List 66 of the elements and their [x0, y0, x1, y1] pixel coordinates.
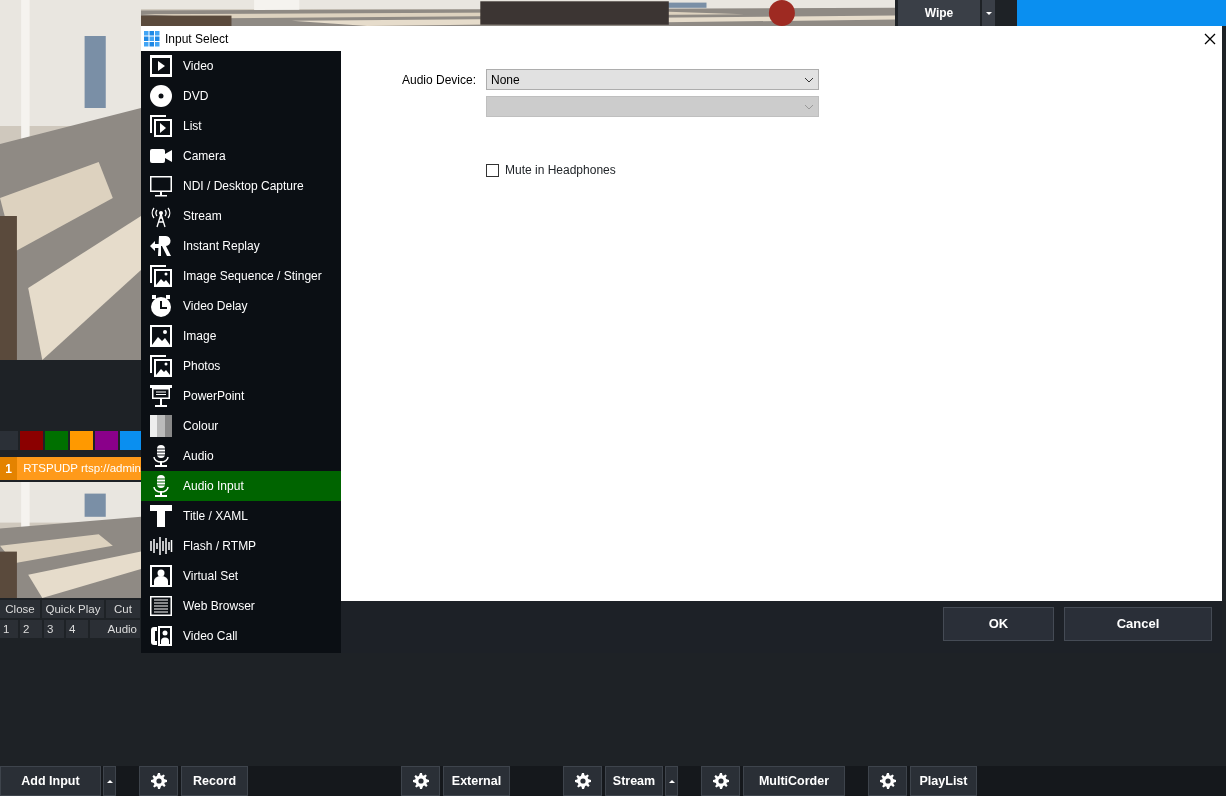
toolbar-button[interactable]: Stream [605, 766, 663, 796]
checkbox[interactable] [486, 163, 499, 177]
shortcut-button[interactable]: 3 [44, 620, 64, 638]
gear-icon [150, 773, 167, 789]
replay-icon [149, 234, 173, 258]
film-icon [149, 54, 173, 78]
chevron-icon [804, 76, 814, 83]
app-icon [144, 30, 160, 47]
dialog-button[interactable]: OK [943, 607, 1054, 641]
close-button[interactable] [1204, 32, 1216, 45]
shortcut-button[interactable]: Audio [90, 620, 140, 638]
monitor-icon [149, 174, 173, 198]
input-button[interactable]: Cut [106, 600, 140, 618]
toolbar-button[interactable]: External [443, 766, 510, 796]
input-title: RTSPUDP rtsp://admin [22, 460, 141, 476]
color-swatch[interactable] [95, 431, 118, 450]
dropdown-button[interactable] [982, 0, 995, 26]
waveform-icon [149, 534, 173, 558]
bars-icon [149, 414, 173, 438]
projector-icon [149, 384, 173, 408]
checkbox-label: Mute in Headphones [505, 162, 616, 179]
chevron-icon [804, 103, 814, 110]
settings-button[interactable] [139, 766, 178, 796]
caret-icon [106, 779, 113, 783]
gear-icon [712, 773, 729, 789]
audio-device-dropdown[interactable]: None [486, 69, 819, 90]
dialog-button[interactable]: Cancel [1064, 607, 1212, 641]
disc-icon [149, 84, 173, 108]
stacked-play-icon [149, 114, 173, 138]
transition-button[interactable]: Wipe [898, 0, 980, 26]
dropdown-button[interactable] [103, 766, 116, 796]
color-swatch[interactable] [70, 431, 93, 450]
person-icon [149, 564, 173, 588]
color-swatch[interactable] [20, 431, 43, 450]
shortcut-button[interactable]: 1 [0, 620, 18, 638]
timer-icon [149, 294, 173, 318]
field-label: Audio Device: [400, 71, 476, 89]
dropdown-button[interactable] [665, 766, 678, 796]
settings-button[interactable] [563, 766, 602, 796]
toolbar-button[interactable]: MultiCorder [743, 766, 845, 796]
toolbar-button[interactable]: PlayList [910, 766, 977, 796]
caret-icon [985, 11, 992, 15]
shortcut-button[interactable]: 2 [20, 620, 42, 638]
window-title: Input Select [165, 30, 229, 48]
gear-icon [412, 773, 429, 789]
shortcut-button[interactable]: 4 [66, 620, 88, 638]
settings-button[interactable] [868, 766, 907, 796]
input-number: 1 [0, 457, 18, 480]
input-type-item[interactable]: Audio Input [141, 471, 341, 501]
color-swatch[interactable] [120, 431, 141, 450]
phone-person-icon [149, 624, 173, 648]
t-icon [149, 504, 173, 528]
color-swatch[interactable] [45, 431, 68, 450]
input-button[interactable]: Close [0, 600, 40, 618]
image-icon [149, 324, 173, 348]
image-stack-icon [149, 264, 173, 288]
image-stack-icon [149, 354, 173, 378]
gear-icon [574, 773, 591, 789]
caret-icon [668, 779, 675, 783]
gear-icon [879, 773, 896, 789]
input-button[interactable]: Quick Play [42, 600, 104, 618]
text-lines-icon [149, 594, 173, 618]
settings-button[interactable] [401, 766, 440, 796]
toolbar-button[interactable]: Record [181, 766, 248, 796]
settings-button[interactable] [701, 766, 740, 796]
toolbar-button[interactable]: Add Input [0, 766, 101, 796]
